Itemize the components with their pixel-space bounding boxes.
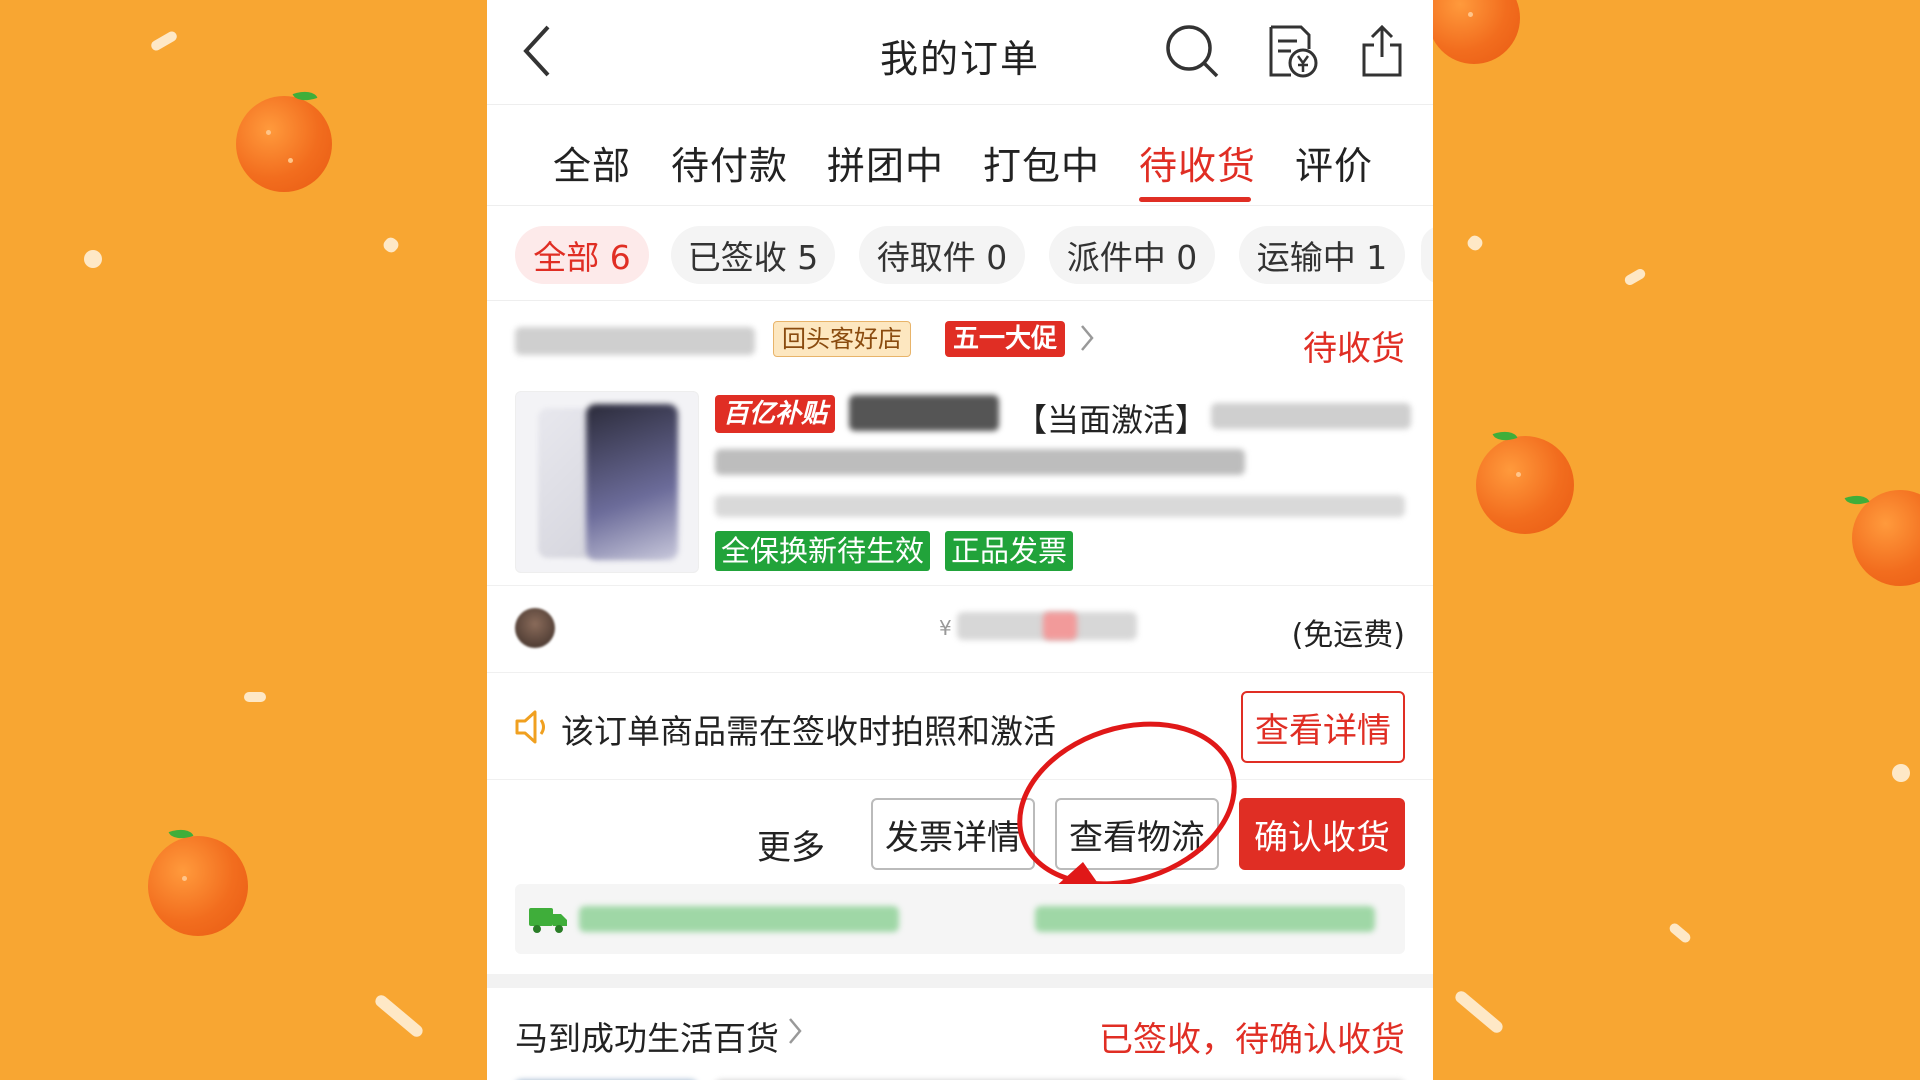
product-spec-blurred <box>715 495 1405 517</box>
view-details-button[interactable]: 查看详情 <box>1241 691 1405 763</box>
sparkle-decoration <box>1892 764 1910 782</box>
tab-all[interactable]: 全部 <box>553 135 631 190</box>
orange-decoration <box>148 824 248 936</box>
truck-icon <box>527 902 569 940</box>
sparkle-decoration <box>1465 233 1485 253</box>
sparkle-decoration <box>1667 921 1693 945</box>
chevron-right-icon <box>787 1016 803 1050</box>
invoice-tag: 正品发票 <box>945 531 1074 571</box>
sparkle-decoration <box>1452 988 1506 1036</box>
confirm-receipt-button[interactable]: 确认收货 <box>1239 798 1405 870</box>
returning-customer-badge: 回头客好店 <box>773 321 911 357</box>
chevron-right-icon <box>1079 323 1095 357</box>
guarantee-tag: 全保换新待生效 <box>715 531 931 571</box>
chip-in-transit[interactable]: 运输中 1 <box>1239 226 1405 284</box>
more-link[interactable]: 更多 <box>757 820 825 869</box>
order-status-2: 已签收，待确认收货 <box>1099 1020 1405 1060</box>
logistics-bar[interactable] <box>515 884 1405 954</box>
share-icon[interactable] <box>1353 22 1411 80</box>
shop-name-blurred <box>515 327 755 355</box>
logistics-text-blurred <box>579 906 899 932</box>
product-title-line2-blurred <box>715 449 1245 475</box>
top-bar: 我的订单 <box>487 0 1433 105</box>
tab-group-buying[interactable]: 拼团中 <box>827 135 944 190</box>
orange-decoration <box>1476 426 1574 534</box>
sparkle-decoration <box>372 992 426 1040</box>
orange-decoration <box>236 86 332 192</box>
orange-decoration <box>1428 0 1520 64</box>
product-title-blurred <box>1211 403 1411 429</box>
chip-signed[interactable]: 已签收 5 <box>671 226 835 284</box>
active-tab-indicator <box>1139 197 1251 202</box>
sparkle-decoration <box>244 692 266 702</box>
section-divider <box>487 974 1433 988</box>
order-status: 待收货 <box>1303 329 1405 369</box>
subsidy-tag: 百亿补贴 <box>715 395 836 433</box>
order-shop-row[interactable]: 回头客好店 五一大促 待收货 <box>487 301 1433 385</box>
order-tabs: 全部 待付款 拼团中 打包中 待收货 评价 <box>487 105 1433 206</box>
logistics-text-blurred <box>1035 906 1375 932</box>
tab-packing[interactable]: 打包中 <box>983 135 1100 190</box>
product-row[interactable]: 百亿补贴 【当面激活】 全保换新待生效 正品发票 <box>487 385 1433 586</box>
shop-name: 马到成功生活百货 <box>515 1019 779 1058</box>
tab-pending-payment[interactable]: 待付款 <box>671 135 788 190</box>
brand-tag-blurred <box>849 395 999 431</box>
phone-screen: 我的订单 全部 待付款 拼团中 打包中 待收货 评价 全部 6 已签收 5 待取… <box>487 0 1433 1080</box>
order-actions: 更多 发票详情 查看物流 确认收货 <box>487 721 1433 887</box>
chip-awaiting-pickup[interactable]: 待取件 0 <box>859 226 1025 284</box>
sparkle-decoration <box>84 250 102 268</box>
product-thumbnail <box>515 391 699 573</box>
shipping-note: (免运费) <box>1291 618 1405 653</box>
search-icon[interactable] <box>1163 22 1221 80</box>
promo-badge: 五一大促 <box>945 321 1066 357</box>
notice-row: 该订单商品需在签收时拍照和激活 查看详情 <box>487 673 1433 780</box>
avatar <box>515 608 555 648</box>
notice-text: 该订单商品需在签收时拍照和激活 <box>561 712 1056 751</box>
speaker-icon <box>513 707 553 751</box>
sparkle-decoration <box>381 235 401 255</box>
product-title: 【当面激活】 <box>1015 401 1208 439</box>
chip-overflow[interactable] <box>1421 226 1433 284</box>
sparkle-decoration <box>149 29 179 53</box>
status-filter-chips: 全部 6 已签收 5 待取件 0 派件中 0 运输中 1 <box>487 206 1433 301</box>
discount-blurred <box>1043 612 1077 640</box>
bill-icon[interactable] <box>1263 22 1321 80</box>
chip-all[interactable]: 全部 6 <box>515 226 649 284</box>
price-row: ¥ (免运费) <box>487 586 1433 673</box>
sparkle-decoration <box>1622 267 1648 287</box>
tab-review[interactable]: 评价 <box>1295 135 1373 190</box>
tab-pending-receipt[interactable]: 待收货 <box>1139 135 1256 190</box>
chip-out-for-delivery[interactable]: 派件中 0 <box>1049 226 1215 284</box>
currency-symbol: ¥ <box>939 616 952 640</box>
order-shop-row-2[interactable]: 马到成功生活百货 已签收，待确认收货 <box>487 988 1433 1080</box>
orange-decoration <box>1844 490 1920 586</box>
